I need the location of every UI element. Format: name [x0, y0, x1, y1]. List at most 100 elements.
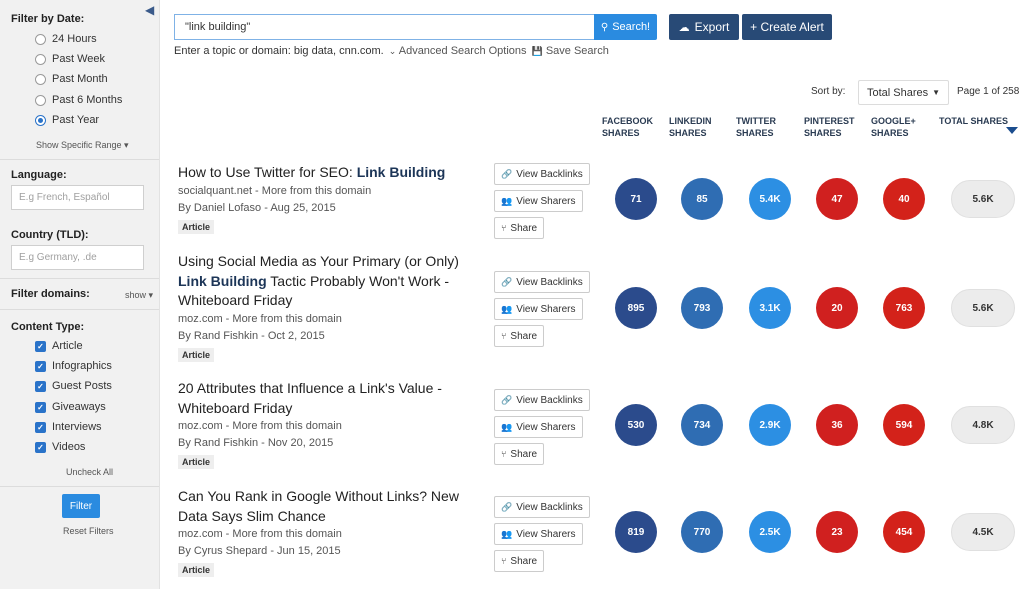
column-twitter-shares[interactable]: TWITTER SHARES	[736, 115, 776, 139]
column-label: SHARES	[669, 128, 707, 138]
more-from-domain-link[interactable]: More from this domain	[232, 313, 341, 325]
date-option-24-hours[interactable]: 24 Hours	[35, 33, 97, 45]
view-backlinks-button[interactable]: 🔗 View Backlinks	[494, 496, 590, 518]
save-search-link[interactable]: 💾 Save Search	[532, 45, 609, 57]
content-type-videos[interactable]: ✓ Videos	[35, 441, 85, 453]
content-type-guest-posts[interactable]: ✓ Guest Posts	[35, 380, 112, 392]
search-button[interactable]: ⚲ Search!	[594, 14, 657, 40]
share-button[interactable]: ⑂ Share	[494, 443, 545, 465]
country-input[interactable]	[11, 245, 144, 270]
title-keyword: Link Building	[356, 164, 446, 180]
view-sharers-button[interactable]: 👥 View Sharers	[494, 416, 583, 438]
filter-domains-show-toggle[interactable]: show ▾	[125, 290, 153, 301]
link-icon: 🔗	[501, 168, 513, 179]
share-button[interactable]: ⑂ Share	[494, 550, 545, 572]
save-icon: 💾	[531, 46, 543, 56]
content-type-badge: Article	[178, 455, 215, 469]
share-icon: ⑂	[501, 556, 507, 566]
divider	[0, 486, 159, 487]
create-alert-button[interactable]: + Create Alert	[742, 14, 832, 40]
content-type-heading: Content Type:	[11, 321, 85, 333]
result-domain[interactable]: socialquant.net	[178, 185, 252, 197]
result-title-link[interactable]: Can You Rank in Google Without Links? Ne…	[178, 487, 478, 526]
uncheck-all-link[interactable]: Uncheck All	[66, 467, 113, 477]
divider	[0, 309, 159, 310]
result-domain[interactable]: moz.com	[178, 528, 223, 540]
filter-sidebar: ◀ Filter by Date: 24 Hours Past Week Pas…	[0, 0, 160, 589]
checkbox-checked[interactable]: ✓	[35, 421, 46, 433]
content-type-label: Interviews	[52, 421, 102, 433]
sort-descending-icon[interactable]	[1006, 127, 1018, 134]
radio-button[interactable]	[35, 33, 46, 45]
content-type-article[interactable]: ✓ Article	[35, 340, 83, 352]
date-option-past-month[interactable]: Past Month	[35, 73, 108, 85]
column-facebook-shares[interactable]: FACEBOOK SHARES	[602, 115, 653, 139]
content-type-interviews[interactable]: ✓ Interviews	[35, 421, 102, 433]
export-button[interactable]: ☁ Export	[669, 14, 739, 40]
content-type-giveaways[interactable]: ✓ Giveaways	[35, 401, 106, 413]
column-total-shares[interactable]: TOTAL SHARES	[939, 115, 1008, 127]
date-option-past-6-months[interactable]: Past 6 Months	[35, 94, 122, 106]
column-linkedin-shares[interactable]: LINKEDIN SHARES	[669, 115, 712, 139]
title-text: Whiteboard Friday	[178, 292, 293, 308]
filter-button[interactable]: Filter	[62, 494, 100, 518]
facebook-shares-bubble: 895	[615, 287, 657, 329]
more-from-domain-link[interactable]: More from this domain	[232, 420, 341, 432]
share-icon: ⑂	[501, 331, 507, 341]
content-type-infographics[interactable]: ✓ Infographics	[35, 360, 112, 372]
radio-button[interactable]	[35, 73, 46, 85]
column-pinterest-shares[interactable]: PINTEREST SHARES	[804, 115, 855, 139]
title-text: Using Social Media as Your Primary (or O…	[178, 253, 459, 269]
more-from-domain-link[interactable]: More from this domain	[262, 185, 371, 197]
result-item: Can You Rank in Google Without Links? Ne…	[178, 487, 478, 578]
show-specific-range-link[interactable]: Show Specific Range ▾	[36, 140, 129, 151]
country-heading: Country (TLD):	[11, 229, 89, 241]
search-button-label: Search!	[612, 21, 651, 33]
date-option-label: 24 Hours	[52, 33, 97, 45]
reset-filters-link[interactable]: Reset Filters	[63, 526, 114, 536]
total-shares-bubble: 5.6K	[951, 289, 1015, 327]
checkbox-checked[interactable]: ✓	[35, 340, 46, 352]
result-domain-row: socialquant.net - More from this domain	[178, 184, 372, 197]
export-label: Export	[694, 20, 730, 34]
button-label: View Sharers	[516, 303, 576, 315]
checkbox-checked[interactable]: ✓	[35, 380, 46, 392]
view-sharers-button[interactable]: 👥 View Sharers	[494, 298, 583, 320]
result-byline: By Daniel Lofaso - Aug 25, 2015	[178, 201, 336, 214]
date-option-past-week[interactable]: Past Week	[35, 53, 105, 65]
view-sharers-button[interactable]: 👥 View Sharers	[494, 190, 583, 212]
view-backlinks-button[interactable]: 🔗 View Backlinks	[494, 389, 590, 411]
checkbox-checked[interactable]: ✓	[35, 441, 46, 453]
view-sharers-button[interactable]: 👥 View Sharers	[494, 523, 583, 545]
date-option-past-year[interactable]: Past Year	[35, 114, 99, 126]
result-domain[interactable]: moz.com	[178, 313, 223, 325]
view-backlinks-button[interactable]: 🔗 View Backlinks	[494, 271, 590, 293]
facebook-shares-bubble: 530	[615, 404, 657, 446]
collapse-left-arrow-icon[interactable]: ◀	[145, 3, 154, 17]
radio-button[interactable]	[35, 94, 46, 106]
view-backlinks-button[interactable]: 🔗 View Backlinks	[494, 163, 590, 185]
search-input[interactable]	[174, 14, 594, 40]
result-item: 20 Attributes that Influence a Link's Va…	[178, 379, 478, 470]
share-icon: ⑂	[501, 449, 507, 459]
google-shares-bubble: 454	[883, 511, 925, 553]
radio-button-selected[interactable]	[35, 114, 46, 126]
more-from-domain-link[interactable]: More from this domain	[232, 528, 341, 540]
checkbox-checked[interactable]: ✓	[35, 360, 46, 372]
result-title-link[interactable]: Using Social Media as Your Primary (or O…	[178, 252, 478, 311]
language-input[interactable]	[11, 185, 144, 210]
button-label: View Backlinks	[516, 394, 583, 406]
radio-button[interactable]	[35, 53, 46, 65]
content-type-label: Article	[52, 340, 83, 352]
result-title-link[interactable]: How to Use Twitter for SEO: Link Buildin…	[178, 163, 478, 183]
advanced-search-link[interactable]: ⌄ Advanced Search Options	[389, 45, 527, 57]
checkbox-checked[interactable]: ✓	[35, 401, 46, 413]
column-google-shares[interactable]: GOOGLE+ SHARES	[871, 115, 916, 139]
share-button[interactable]: ⑂ Share	[494, 325, 545, 347]
date-option-label: Past Year	[52, 114, 100, 126]
sort-select[interactable]: Total Shares ▼	[858, 80, 949, 105]
share-button[interactable]: ⑂ Share	[494, 217, 545, 239]
result-domain[interactable]: moz.com	[178, 420, 223, 432]
column-label: GOOGLE+	[871, 116, 916, 126]
result-title-link[interactable]: 20 Attributes that Influence a Link's Va…	[178, 379, 478, 418]
